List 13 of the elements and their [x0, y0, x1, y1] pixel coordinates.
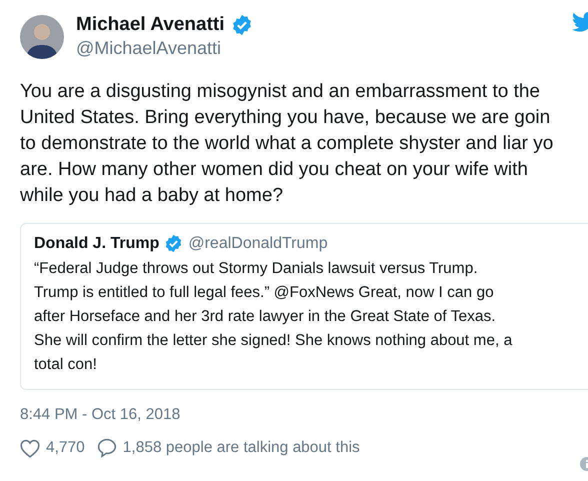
- quoted-author-name[interactable]: Donald J. Trump: [34, 234, 160, 252]
- talking-count[interactable]: 1,858 people are talking about this: [122, 439, 360, 457]
- author-name[interactable]: Michael Avenatti: [76, 14, 225, 36]
- timestamp[interactable]: 8:44 PM - Oct 16, 2018: [20, 406, 588, 424]
- quoted-tweet-text: “Federal Judge throws out Stormy Danials lawsuit versus Trump. Trump is entitled to full legal fees.” @FoxNews Great, now I can go after Horseface and her 3rd rate lawyer in the Great State of Texas. She will confirm the letter she signed! She knows nothing about me, a total con!: [34, 259, 514, 375]
- quoted-author-handle[interactable]: @realDonaldTrump: [188, 234, 328, 252]
- heart-icon[interactable]: [20, 438, 40, 458]
- speech-bubble-icon[interactable]: [96, 438, 117, 458]
- tweet-text: You are a disgusting misogynist and an embarrassment to the United States. Bring everything you have, because we are goin to demonstrate to the world what a complete shyster and liar yo are. How many other women did you cheat on your wife with while you had a baby at home?: [20, 80, 554, 208]
- avatar[interactable]: [20, 14, 64, 58]
- author-handle[interactable]: @MichaelAvenatti: [76, 38, 253, 59]
- like-count[interactable]: 4,770: [46, 439, 85, 457]
- quoted-tweet-card[interactable]: [20, 223, 588, 390]
